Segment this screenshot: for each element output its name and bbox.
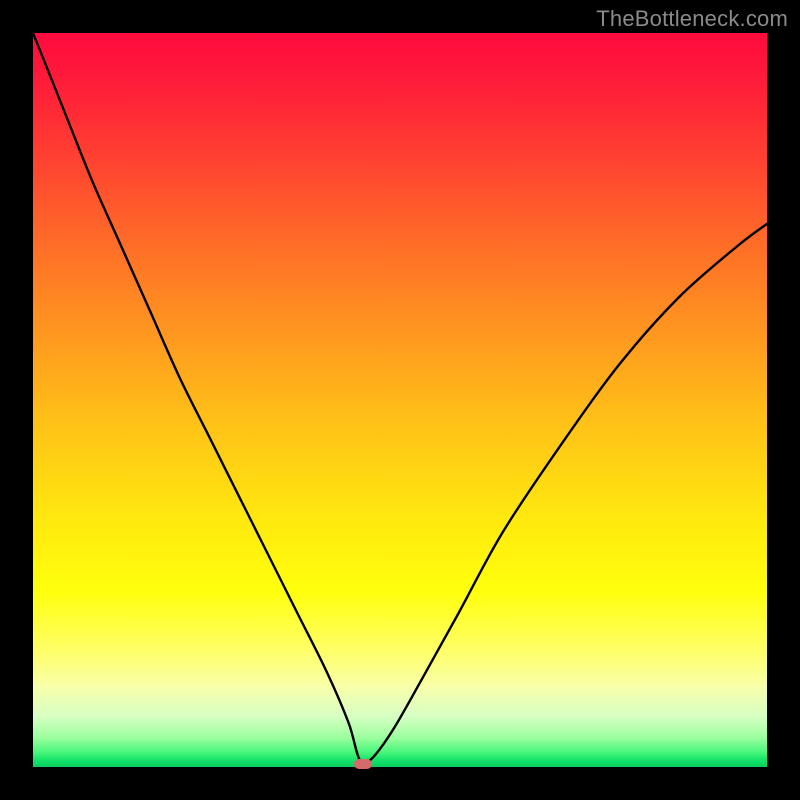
bottleneck-curve	[33, 33, 767, 767]
optimal-point-marker	[354, 759, 372, 769]
chart-frame: TheBottleneck.com	[0, 0, 800, 800]
watermark-text: TheBottleneck.com	[596, 6, 788, 32]
plot-area	[33, 33, 767, 767]
